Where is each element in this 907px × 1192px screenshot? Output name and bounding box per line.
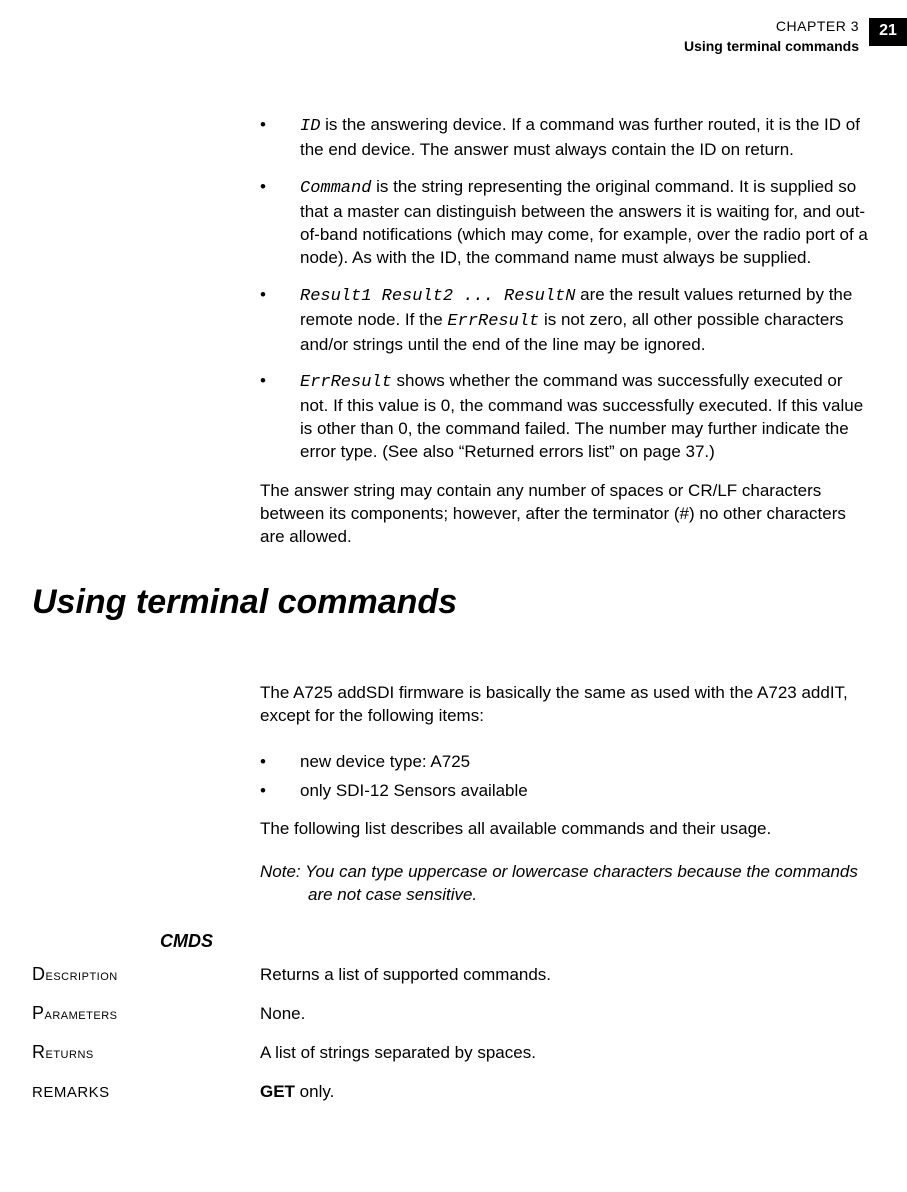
def-value-remarks: GET only. — [260, 1081, 366, 1104]
note-label: Note: — [260, 862, 305, 881]
code-token-errresult: ErrResult — [300, 373, 392, 392]
page-header: CHAPTER 3 Using terminal commands 21 — [0, 18, 907, 54]
def-row-description: Description Returns a list of supported … — [0, 964, 907, 987]
bullet-text: is the answering device. If a command wa… — [300, 115, 860, 159]
def-row-remarks: REMARKS GET only. — [0, 1081, 907, 1104]
inner-bullet-item: only SDI-12 Sensors available — [260, 777, 875, 804]
post-bullets-paragraph: The answer string may contain any number… — [260, 480, 875, 549]
bullet-item: Result1 Result2 ... ResultN are the resu… — [260, 284, 875, 357]
content-column: ID is the answering device. If a command… — [0, 114, 907, 549]
top-bullet-list: ID is the answering device. If a command… — [260, 114, 875, 464]
header-section-name: Using terminal commands — [684, 38, 859, 54]
def-row-returns: Returns A list of strings separated by s… — [0, 1042, 907, 1065]
bullet-item: Command is the string representing the o… — [260, 176, 875, 270]
header-text-block: CHAPTER 3 Using terminal commands — [684, 18, 869, 54]
remarks-rest: only. — [295, 1082, 334, 1101]
code-token-command: Command — [300, 179, 371, 198]
def-value-description: Returns a list of supported commands. — [260, 964, 583, 987]
bullet-item: ID is the answering device. If a command… — [260, 114, 875, 162]
section-heading: Using terminal commands — [32, 583, 907, 622]
def-label-returns: Returns — [0, 1042, 260, 1063]
def-value-returns: A list of strings separated by spaces. — [260, 1042, 568, 1065]
bullet-item: ErrResult shows whether the command was … — [260, 370, 875, 464]
inner-bullet-list: new device type: A725 only SDI-12 Sensor… — [260, 748, 875, 804]
def-label-remarks: REMARKS — [0, 1084, 260, 1101]
chapter-label: CHAPTER 3 — [684, 18, 859, 34]
note-paragraph: Note: You can type uppercase or lowercas… — [260, 861, 875, 907]
def-label-parameters: Parameters — [0, 1003, 260, 1024]
intro-paragraph: The A725 addSDI firmware is basically th… — [260, 682, 875, 728]
code-token-errresult-inline: ErrResult — [447, 312, 539, 331]
code-token-results: Result1 Result2 ... ResultN — [300, 287, 575, 306]
section-content: The A725 addSDI firmware is basically th… — [0, 682, 907, 907]
note-text: You can type uppercase or lowercase char… — [305, 862, 858, 904]
code-token-id: ID — [300, 117, 320, 136]
inner-bullet-item: new device type: A725 — [260, 748, 875, 775]
def-value-parameters: None. — [260, 1003, 337, 1026]
def-label-description: Description — [0, 964, 260, 985]
bullet-text: is the string representing the original … — [300, 177, 868, 267]
def-row-parameters: Parameters None. — [0, 1003, 907, 1026]
page-number: 21 — [869, 18, 907, 46]
command-title: CMDS — [160, 931, 907, 952]
page: CHAPTER 3 Using terminal commands 21 ID … — [0, 0, 907, 1150]
post-inner-paragraph: The following list describes all availab… — [260, 818, 875, 841]
remarks-get-bold: GET — [260, 1082, 295, 1101]
